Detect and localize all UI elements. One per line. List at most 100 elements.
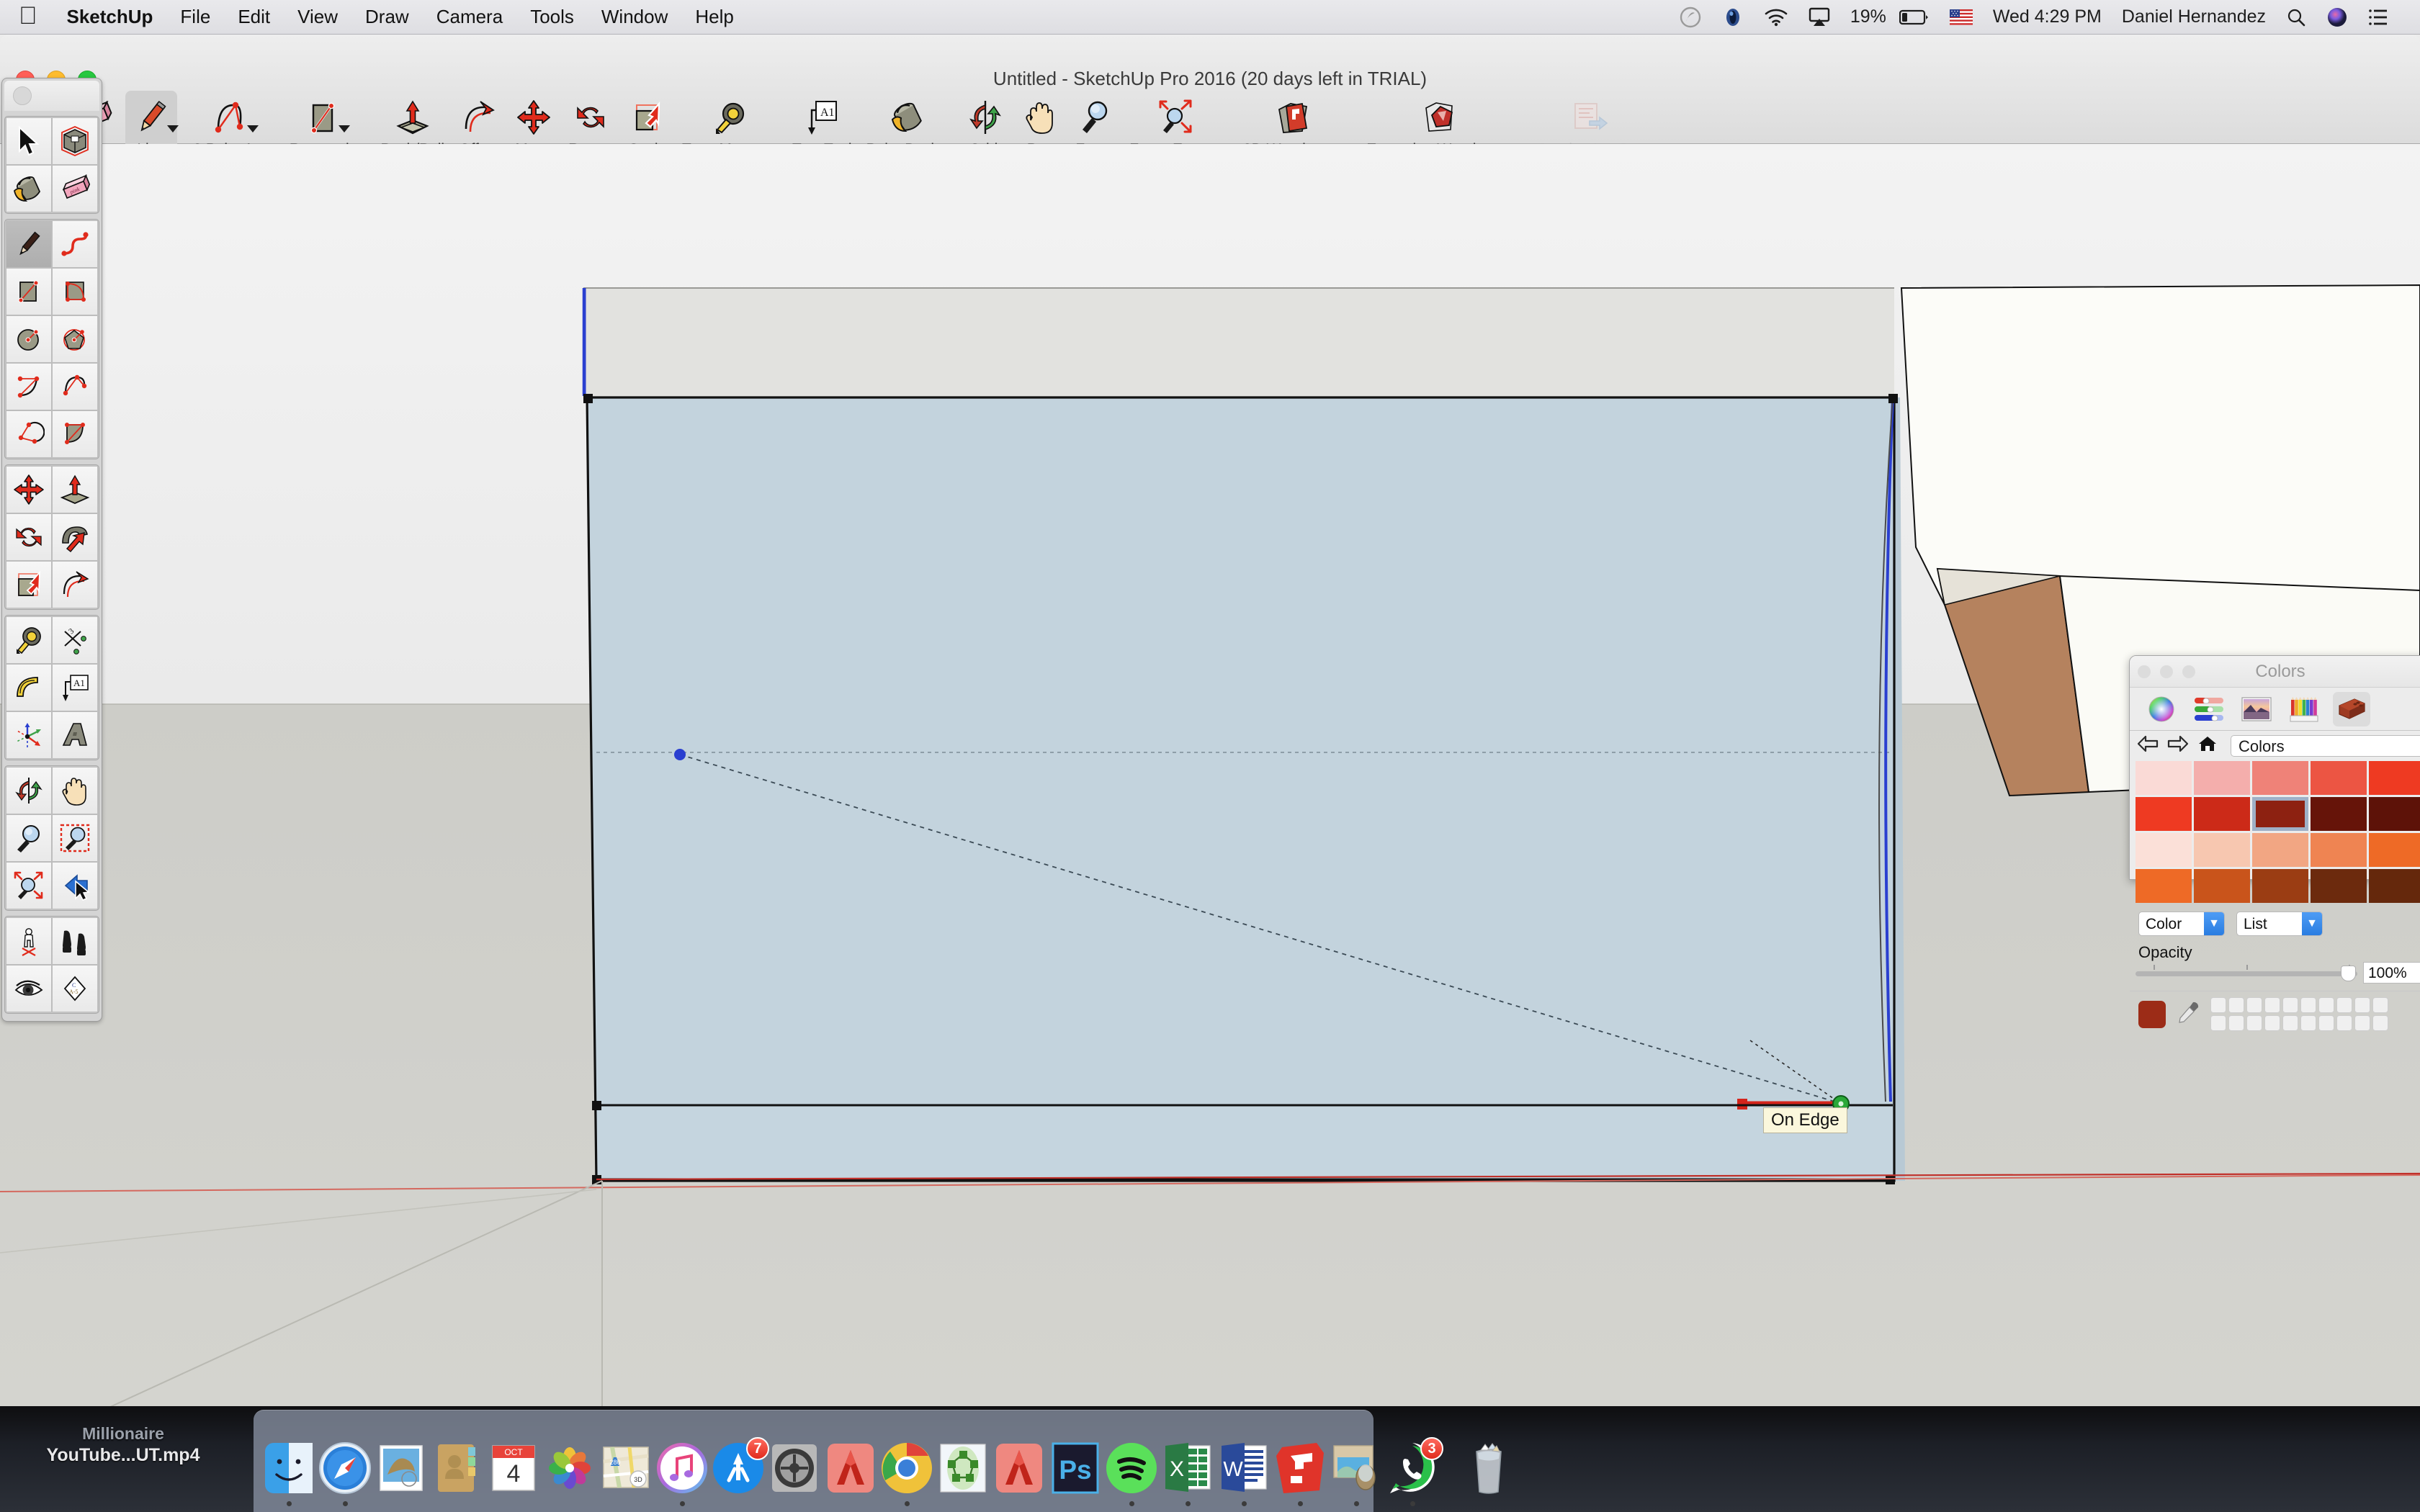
eyedropper-icon[interactable]	[2176, 1000, 2200, 1028]
custom-color-well[interactable]	[2300, 997, 2316, 1013]
dock-item-photoshop[interactable]: Ps	[1047, 1413, 1103, 1506]
palette-tool-arc[interactable]	[6, 363, 52, 410]
creative-cloud-icon[interactable]	[1669, 6, 1712, 29]
custom-color-well[interactable]	[2210, 1015, 2226, 1031]
dock-item-autocad[interactable]	[991, 1413, 1047, 1506]
color-swatch[interactable]	[2369, 869, 2420, 903]
dock-item-preview[interactable]	[1328, 1413, 1384, 1506]
custom-color-well[interactable]	[2264, 997, 2280, 1013]
palette-tool-tape-measure[interactable]	[6, 616, 52, 664]
custom-color-well[interactable]	[2372, 997, 2388, 1013]
battery-icon[interactable]	[1896, 9, 1940, 25]
menu-bar-datetime[interactable]: Wed 4:29 PM	[1983, 6, 2112, 27]
color-swatch[interactable]	[2136, 797, 2192, 831]
palette-tool-dimension[interactable]: 3	[52, 616, 98, 664]
chevron-down-icon[interactable]	[247, 125, 259, 132]
palette-tool-look-around[interactable]	[6, 965, 52, 1012]
palette-tool-pan[interactable]	[52, 767, 98, 814]
palette-tool-axes[interactable]	[6, 711, 52, 759]
tab-materials[interactable]	[2333, 691, 2370, 726]
color-mode-select[interactable]: Color ▼	[2138, 912, 2225, 936]
custom-color-well[interactable]	[2336, 1015, 2352, 1031]
dock-item-trash[interactable]	[1461, 1413, 1517, 1506]
model-viewport[interactable]: On Edge	[0, 144, 2420, 1406]
custom-color-well[interactable]	[2210, 997, 2226, 1013]
wifi-icon[interactable]	[1754, 8, 1798, 27]
colors-panel-close-button[interactable]	[2138, 665, 2151, 678]
custom-color-well[interactable]	[2354, 1015, 2370, 1031]
menu-item-draw[interactable]: Draw	[351, 6, 423, 28]
dock-item-calendar[interactable]: OCT 4	[485, 1413, 542, 1506]
search-icon[interactable]	[2276, 7, 2316, 27]
color-swatch[interactable]	[2194, 761, 2250, 795]
menu-bar-username[interactable]: Daniel Hernandez	[2112, 6, 2276, 27]
dock-item-app-store[interactable]: 7	[710, 1413, 769, 1506]
palette-tool-line[interactable]	[6, 220, 52, 268]
dock-item-excel[interactable]: X	[1160, 1413, 1216, 1506]
menu-item-sketchup[interactable]: SketchUp	[53, 6, 167, 28]
color-swatch[interactable]	[2194, 797, 2250, 831]
palette-tool-zoom[interactable]	[6, 814, 52, 862]
custom-color-well[interactable]	[2336, 997, 2352, 1013]
forward-arrow-icon[interactable]	[2167, 735, 2189, 757]
dock-item-system-preferences[interactable]	[766, 1413, 823, 1506]
custom-color-well[interactable]	[2354, 997, 2370, 1013]
color-swatch[interactable]	[2252, 869, 2308, 903]
back-arrow-icon[interactable]	[2137, 735, 2159, 757]
chevron-down-icon[interactable]: ▼	[2302, 912, 2322, 935]
palette-tool-offset[interactable]	[52, 561, 98, 608]
dock-item-mail[interactable]	[373, 1413, 429, 1506]
color-swatch[interactable]	[2136, 761, 2192, 795]
palette-tool-section-plane[interactable]: C A-5	[52, 965, 98, 1012]
siri-icon[interactable]	[2316, 6, 2358, 28]
palette-tool-move[interactable]	[6, 466, 52, 513]
palette-tool-follow-me[interactable]	[52, 513, 98, 561]
color-swatch[interactable]	[2194, 869, 2250, 903]
custom-color-well[interactable]	[2264, 1015, 2280, 1031]
palette-tool-make-component[interactable]	[52, 117, 98, 165]
color-swatch[interactable]	[2311, 797, 2367, 831]
color-swatch[interactable]	[2136, 869, 2192, 903]
palette-tool-eraser[interactable]: pink	[52, 165, 98, 212]
palette-tool-zoom-extents[interactable]	[6, 862, 52, 909]
custom-color-well[interactable]	[2282, 997, 2298, 1013]
custom-color-well[interactable]	[2372, 1015, 2388, 1031]
color-swatch[interactable]	[2369, 797, 2420, 831]
dock-item-sketchup[interactable]	[1272, 1413, 1328, 1506]
palette-tool-three-point-arc[interactable]	[6, 410, 52, 458]
dock-item-maps[interactable]: 280 3D	[598, 1413, 654, 1506]
menu-item-help[interactable]: Help	[681, 6, 747, 28]
color-swatch[interactable]	[2311, 833, 2367, 867]
palette-tool-circle[interactable]	[6, 315, 52, 363]
palette-tool-scale[interactable]	[6, 561, 52, 608]
dock-item-itunes[interactable]	[654, 1413, 710, 1506]
tab-color-wheel[interactable]	[2143, 692, 2180, 726]
palette-tool-text[interactable]: A1	[52, 664, 98, 711]
palette-tool-protractor[interactable]	[6, 664, 52, 711]
palette-tool-walk[interactable]	[52, 917, 98, 965]
colors-panel-zoom-button[interactable]	[2182, 665, 2195, 678]
color-swatch[interactable]	[2252, 833, 2308, 867]
palette-tool-two-point-arc[interactable]	[52, 363, 98, 410]
colors-panel-titlebar[interactable]: Colors	[2130, 656, 2420, 688]
palette-tool-freehand[interactable]	[52, 220, 98, 268]
current-color-well[interactable]	[2138, 1000, 2166, 1028]
custom-color-well[interactable]	[2246, 1015, 2262, 1031]
dock-item-spotify[interactable]	[1103, 1413, 1160, 1506]
custom-color-well[interactable]	[2228, 997, 2244, 1013]
menu-item-file[interactable]: File	[166, 6, 224, 28]
menu-item-view[interactable]: View	[284, 6, 351, 28]
color-swatch[interactable]	[2369, 761, 2420, 795]
menu-item-window[interactable]: Window	[588, 6, 681, 28]
palette-tool-zoom-window[interactable]	[52, 814, 98, 862]
dropbox-icon[interactable]	[1712, 6, 1754, 28]
tab-image-palettes[interactable]	[2285, 692, 2323, 726]
dock-item-photos[interactable]	[542, 1413, 598, 1506]
dock-item-safari[interactable]	[317, 1413, 373, 1506]
dock-item-chrome[interactable]	[879, 1413, 935, 1506]
custom-color-well[interactable]	[2228, 1015, 2244, 1031]
color-swatch[interactable]	[2252, 761, 2308, 795]
color-swatch[interactable]	[2369, 833, 2420, 867]
chevron-down-icon[interactable]	[339, 125, 351, 132]
custom-color-well[interactable]	[2300, 1015, 2316, 1031]
